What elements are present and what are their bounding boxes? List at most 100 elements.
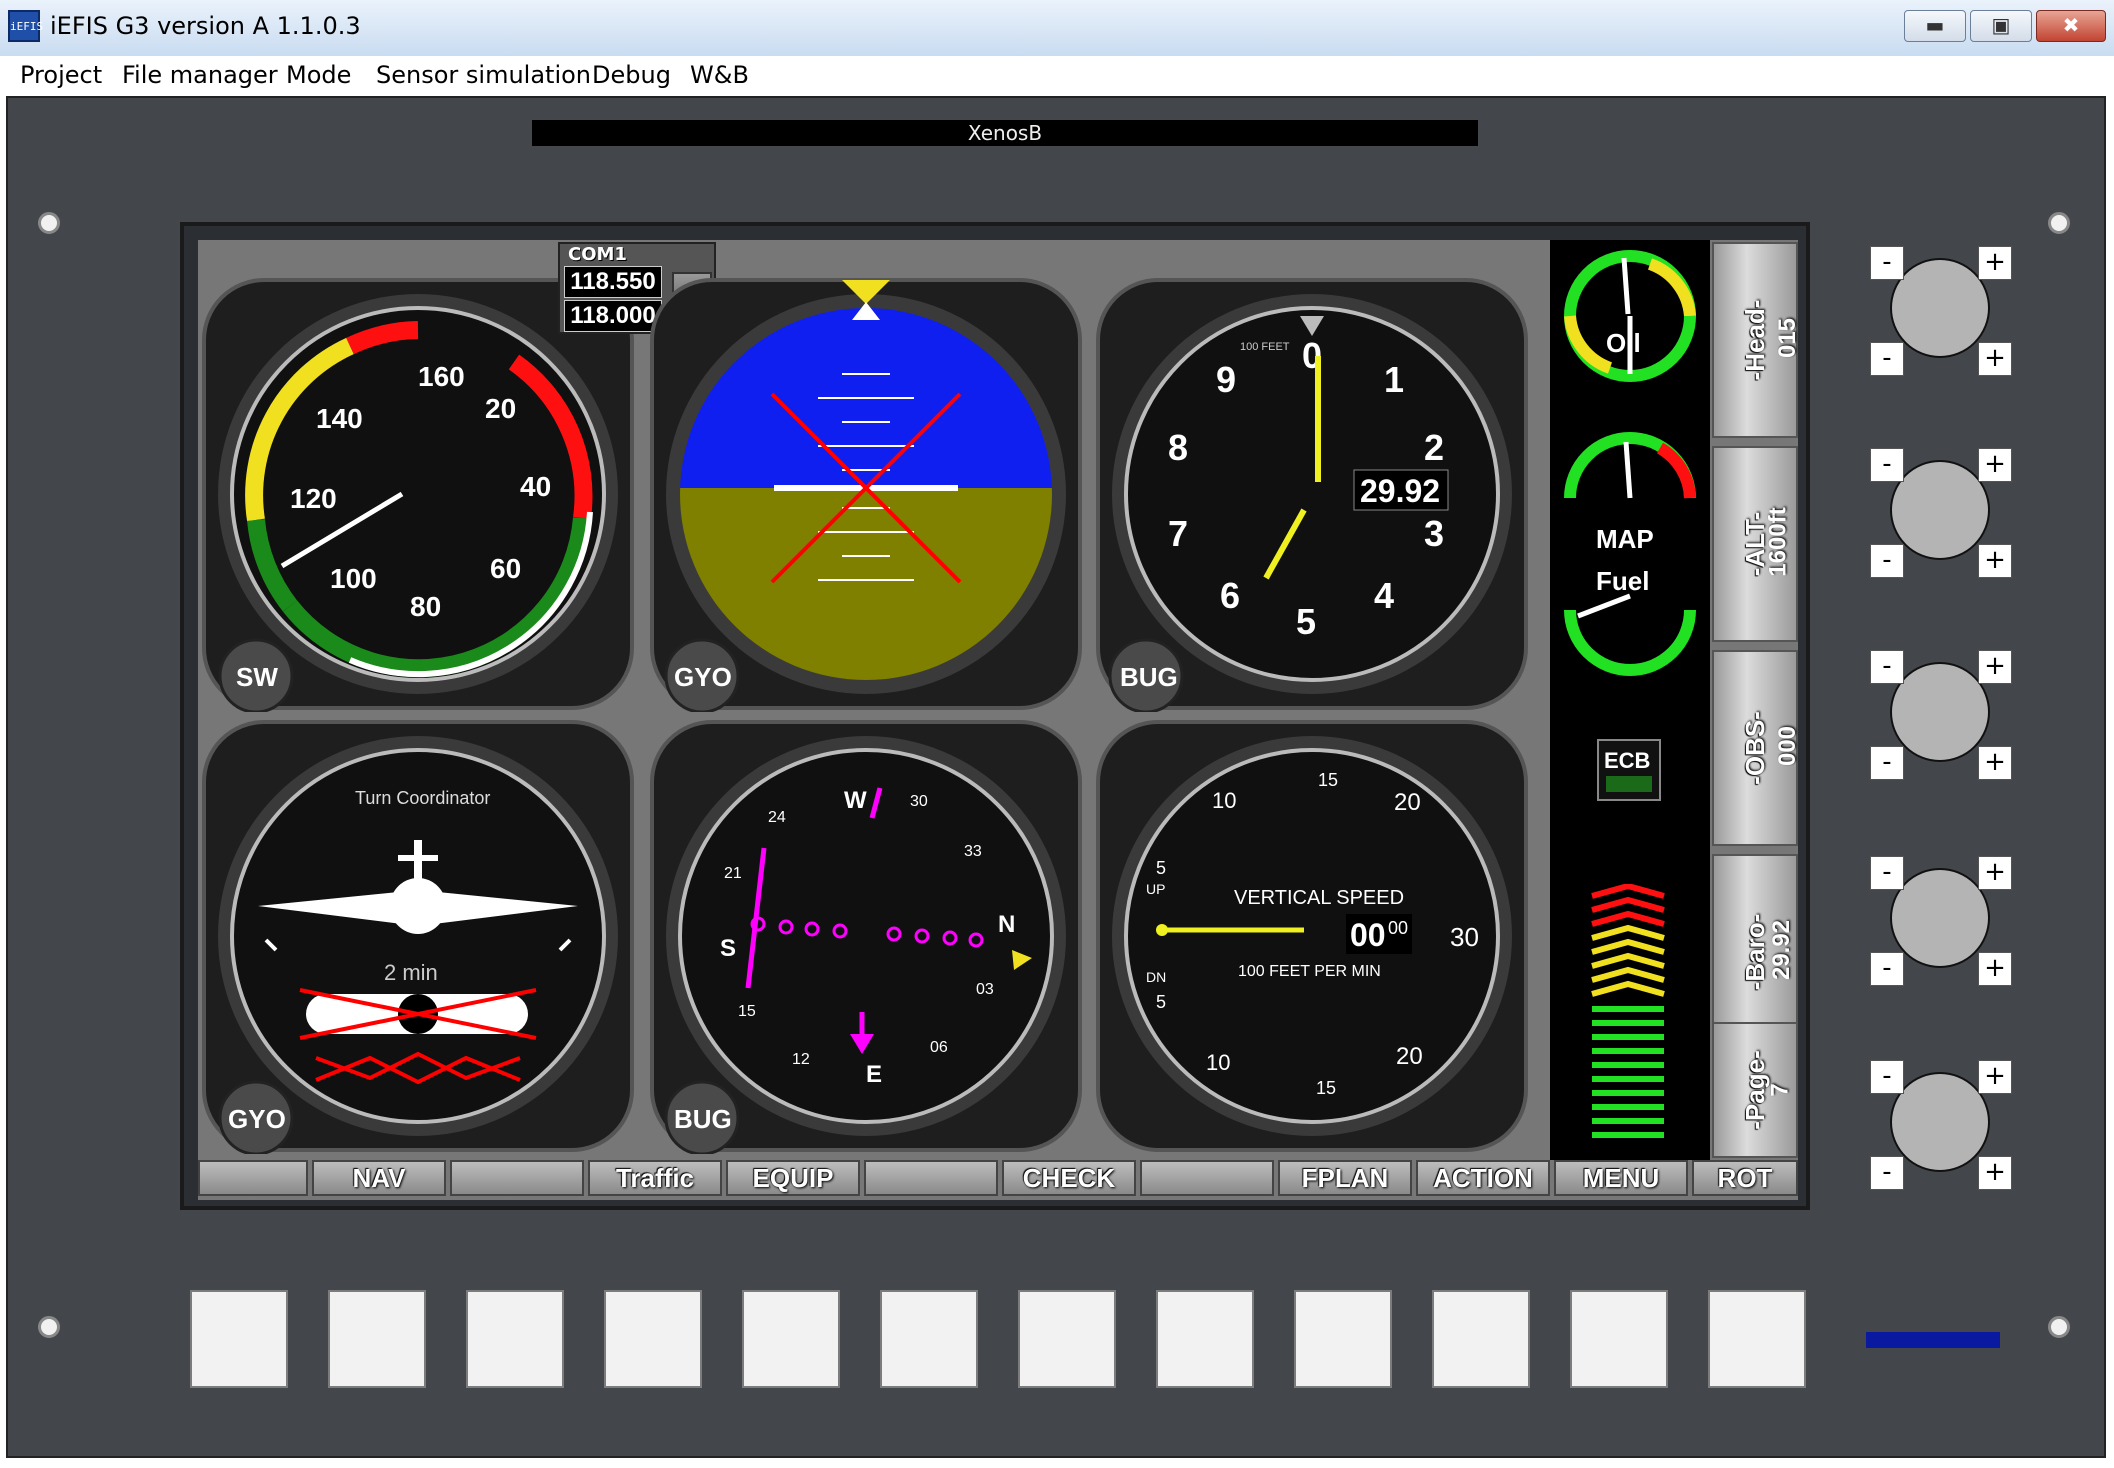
- knob-4-minus-inner[interactable]: -: [1870, 952, 1904, 986]
- asi-label: 20: [485, 393, 516, 424]
- softkey-check[interactable]: CHECK: [1002, 1160, 1136, 1196]
- softkey-blank-2[interactable]: [450, 1160, 584, 1196]
- knob-4-minus-outer[interactable]: -: [1870, 856, 1904, 890]
- vsi-scale: 5: [1156, 858, 1166, 878]
- hardware-button-4[interactable]: [604, 1290, 702, 1388]
- knob-2-plus-inner[interactable]: +: [1978, 544, 2012, 578]
- vsi-value-small: 00: [1388, 918, 1408, 938]
- hardware-button-11[interactable]: [1570, 1290, 1668, 1388]
- maximize-button[interactable]: ▣: [1970, 10, 2032, 42]
- knob-1-minus-outer[interactable]: -: [1870, 246, 1904, 280]
- knob-2-plus-outer[interactable]: +: [1978, 448, 2012, 482]
- softkey-value: 29.92: [1768, 919, 1796, 981]
- window-title: iEFIS G3 version A 1.1.0.3: [50, 12, 361, 40]
- hsi-label: 12: [792, 1051, 810, 1068]
- softkey-value-holder: 000: [1768, 696, 1801, 796]
- vsi-title: VERTICAL SPEED: [1234, 887, 1404, 909]
- minimize-button[interactable]: ▬: [1904, 10, 1966, 42]
- knob-5-plus-outer[interactable]: +: [1978, 1060, 2012, 1094]
- rotary-knob-1[interactable]: [1890, 258, 1990, 358]
- knob-1-minus-inner[interactable]: -: [1870, 342, 1904, 376]
- hardware-button-3[interactable]: [466, 1290, 564, 1388]
- hsi[interactable]: N 03 06 E 12 15 S 21 24 W 30 33 BUG: [648, 718, 1084, 1154]
- menu-project[interactable]: Project: [20, 56, 102, 94]
- hardware-button-8[interactable]: [1156, 1290, 1254, 1388]
- hardware-button-1[interactable]: [190, 1290, 288, 1388]
- turn-coordinator[interactable]: Turn Coordinator 2 min GYO: [200, 718, 636, 1154]
- attitude-indicator[interactable]: GYO: [648, 276, 1084, 712]
- alt-digit: 1: [1384, 359, 1404, 400]
- menu-debug[interactable]: Debug: [592, 56, 671, 94]
- softkey-action[interactable]: ACTION: [1416, 1160, 1550, 1196]
- alt-digit: 9: [1216, 359, 1236, 400]
- tc-label: 2 min: [384, 960, 438, 985]
- knob-3-minus-inner[interactable]: -: [1870, 746, 1904, 780]
- knob-3-minus-outer[interactable]: -: [1870, 650, 1904, 684]
- rotary-knob-5[interactable]: [1890, 1072, 1990, 1172]
- vsi-scale: 5: [1156, 992, 1166, 1012]
- knob-5-minus-outer[interactable]: -: [1870, 1060, 1904, 1094]
- airspeed-indicator[interactable]: 160 140 120 100 80 60 40 20 SW: [200, 276, 636, 712]
- rotary-knob-2[interactable]: [1890, 460, 1990, 560]
- hardware-button-5[interactable]: [742, 1290, 840, 1388]
- asi-label: 120: [290, 483, 337, 514]
- hardware-button-6[interactable]: [880, 1290, 978, 1388]
- knob-3-plus-outer[interactable]: +: [1978, 650, 2012, 684]
- asi-label: 140: [316, 403, 363, 434]
- alt-digit: 5: [1296, 601, 1316, 642]
- map-label: MAP: [1596, 524, 1654, 554]
- hsi-label: 06: [930, 1039, 948, 1056]
- hardware-button-7[interactable]: [1018, 1290, 1116, 1388]
- softkey-blank-3[interactable]: [864, 1160, 998, 1196]
- knob-4-plus-outer[interactable]: +: [1978, 856, 2012, 890]
- softkey-equip[interactable]: EQUIP: [726, 1160, 860, 1196]
- softkey-traffic[interactable]: Traffic: [588, 1160, 722, 1196]
- softkey-blank-1[interactable]: [198, 1160, 308, 1196]
- hsi-label: 03: [976, 981, 994, 998]
- menu-sensor-simulation[interactable]: Sensor simulation: [376, 56, 591, 94]
- knob-4-plus-inner[interactable]: +: [1978, 952, 2012, 986]
- softkey-value: 000: [1774, 725, 1802, 767]
- ecb-badge: ECB: [1604, 748, 1650, 773]
- knob-5-plus-inner[interactable]: +: [1978, 1156, 2012, 1190]
- altimeter[interactable]: 0 1 2 3 4 5 6 7 8 9 100 FEET 29.92 BUG: [1094, 276, 1530, 712]
- menu-file-manager[interactable]: File manager: [122, 56, 278, 94]
- vertical-speed-indicator[interactable]: VERTICAL SPEED 100 FEET PER MIN 00 00 UP…: [1094, 718, 1530, 1154]
- menu-wb[interactable]: W&B: [690, 56, 749, 94]
- softkey-menu[interactable]: MENU: [1554, 1160, 1688, 1196]
- softkey-value-holder: 7: [1766, 1040, 1798, 1140]
- rotary-knob-3[interactable]: [1890, 662, 1990, 762]
- hardware-button-9[interactable]: [1294, 1290, 1392, 1388]
- fuel-label: Fuel: [1596, 566, 1649, 596]
- softkey-rot[interactable]: ROT: [1692, 1160, 1798, 1196]
- close-button[interactable]: ✖: [2036, 10, 2106, 42]
- vsi-dn-label: DN: [1146, 969, 1166, 985]
- softkey-value-holder: 015: [1768, 288, 1801, 388]
- hardware-button-12[interactable]: [1708, 1290, 1806, 1388]
- vsi-value: 00: [1350, 917, 1386, 953]
- knob-2-minus-outer[interactable]: -: [1870, 448, 1904, 482]
- knob-2-minus-inner[interactable]: -: [1870, 544, 1904, 578]
- softkey-value: 7: [1766, 1083, 1794, 1097]
- alt-digit: 7: [1168, 513, 1188, 554]
- status-indicator: [1866, 1332, 2000, 1348]
- knob-1-plus-outer[interactable]: +: [1978, 246, 2012, 280]
- softkey-fplan[interactable]: FPLAN: [1278, 1160, 1412, 1196]
- asi-label: 160: [418, 361, 465, 392]
- softkey-value-holder: 1600ft: [1765, 492, 1796, 592]
- knob-5-minus-inner[interactable]: -: [1870, 1156, 1904, 1190]
- hsi-label: N: [998, 911, 1015, 938]
- hardware-button-2[interactable]: [328, 1290, 426, 1388]
- hardware-button-10[interactable]: [1432, 1290, 1530, 1388]
- asi-label: 40: [520, 471, 551, 502]
- knob-3-plus-inner[interactable]: +: [1978, 746, 2012, 780]
- app-icon: iEFIS: [8, 10, 43, 42]
- menu-mode[interactable]: Mode: [286, 56, 351, 94]
- softkey-nav[interactable]: NAV: [312, 1160, 446, 1196]
- screw-icon: [2048, 1316, 2070, 1338]
- softkey-blank-4[interactable]: [1140, 1160, 1274, 1196]
- rotary-knob-4[interactable]: [1890, 868, 1990, 968]
- hsi-corner-label: BUG: [674, 1104, 732, 1134]
- knob-1-plus-inner[interactable]: +: [1978, 342, 2012, 376]
- hsi-label: 33: [964, 843, 982, 860]
